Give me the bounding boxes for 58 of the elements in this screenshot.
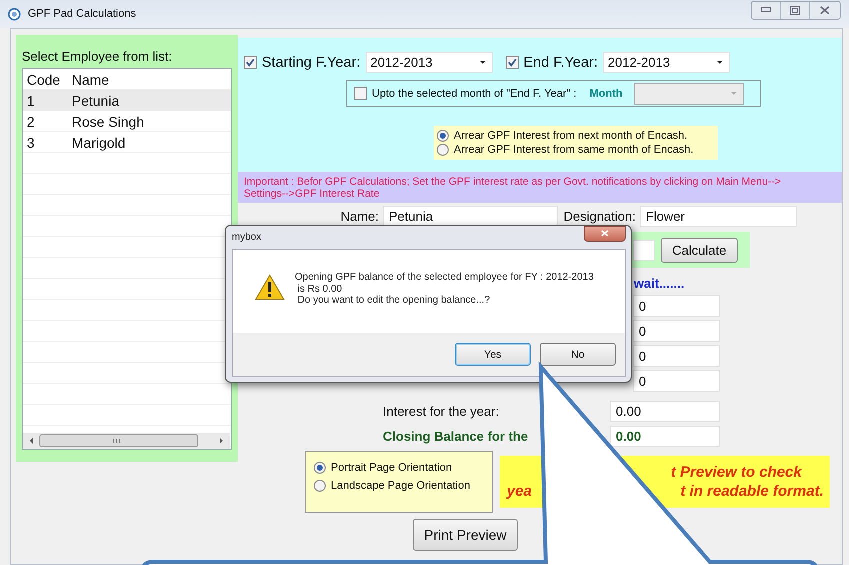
amount-field[interactable]: 0: [633, 370, 720, 392]
year-dropdown[interactable]: 2012-2013: [603, 52, 730, 73]
amount-field[interactable]: 0: [633, 345, 720, 367]
maximize-icon: [790, 6, 800, 14]
note-text: t in readable format.: [680, 483, 824, 500]
interest-field[interactable]: 0.00: [610, 401, 720, 422]
option-label: Arrear GPF Interest from next month of Encash.: [454, 130, 688, 142]
name-field[interactable]: Petunia: [383, 206, 558, 226]
year-label: End F.Year:: [524, 54, 598, 70]
input-field[interactable]: [633, 240, 655, 260]
list-label: Select Employee from list:: [22, 49, 174, 64]
dialog-title: mybox: [232, 232, 262, 243]
radio-button[interactable]: [437, 130, 449, 142]
option-label: Portrait Page Orientation: [331, 462, 452, 474]
caret-icon: [730, 92, 737, 95]
dialog-button[interactable]: No: [540, 343, 616, 366]
amount-field[interactable]: 0: [633, 320, 720, 342]
dialog-message: Opening GPF balance of the selected employee for FY : 2012-2013 is Rs 0.00 Do you want to edit the opening balance...?: [295, 272, 594, 306]
status-text: wait.......: [634, 276, 686, 292]
note-text: t Preview to check: [671, 464, 802, 481]
month-filter-label: Upto the selected month of "End F. Year" :: [372, 88, 577, 100]
list-row[interactable]: 1 Petunia: [23, 90, 231, 111]
closing-balance-field[interactable]: 0.00: [610, 426, 720, 447]
horizontal-scrollbar[interactable]: [23, 433, 230, 449]
print-preview-button[interactable]: Print Preview: [413, 519, 518, 551]
column-header[interactable]: Name: [72, 72, 231, 88]
app-icon: [8, 8, 21, 20]
option-label: Landscape Page Orientation: [331, 480, 470, 492]
year-label: Starting F.Year:: [262, 54, 361, 70]
name-label: Name:: [340, 208, 380, 224]
calculate-button[interactable]: Calculate: [661, 238, 738, 262]
column-header[interactable]: Code: [27, 72, 72, 88]
designation-label: Designation:: [562, 208, 637, 224]
caret-icon: [480, 61, 486, 64]
designation-field[interactable]: Flower: [640, 206, 797, 226]
year-dropdown[interactable]: 2012-2013: [366, 52, 493, 73]
checkbox[interactable]: [244, 56, 257, 69]
month-label: Month: [590, 88, 623, 100]
note-text: yea: [507, 483, 532, 500]
radio-button[interactable]: [437, 144, 449, 156]
close-icon: [820, 6, 830, 14]
closing-balance-label: Closing Balance for the: [383, 429, 530, 444]
window-title: GPF Pad Calculations: [28, 8, 136, 20]
warning-icon: [255, 274, 285, 301]
caret-icon: [717, 61, 724, 64]
notice-text: Important : Befor GPF Calculations; Set the GPF interest rate as per Govt. notifications by clicking on Main Menu--> Settings-->GPF Interest Rate: [238, 172, 842, 203]
interest-label: Interest for the year:: [383, 404, 500, 419]
close-icon: [601, 230, 609, 237]
list-row[interactable]: 3 Marigold: [23, 132, 231, 153]
amount-field[interactable]: 0: [633, 295, 720, 317]
minimize-icon: [761, 7, 771, 13]
dialog-button[interactable]: Yes: [455, 343, 531, 366]
option-label: Arrear GPF Interest from same month of Encash.: [454, 144, 694, 156]
list-row[interactable]: 2 Rose Singh: [23, 111, 231, 132]
dialog-close-button[interactable]: [584, 226, 626, 242]
radio-button[interactable]: [314, 480, 326, 492]
radio-button[interactable]: [314, 462, 326, 474]
checkbox[interactable]: [506, 56, 519, 69]
